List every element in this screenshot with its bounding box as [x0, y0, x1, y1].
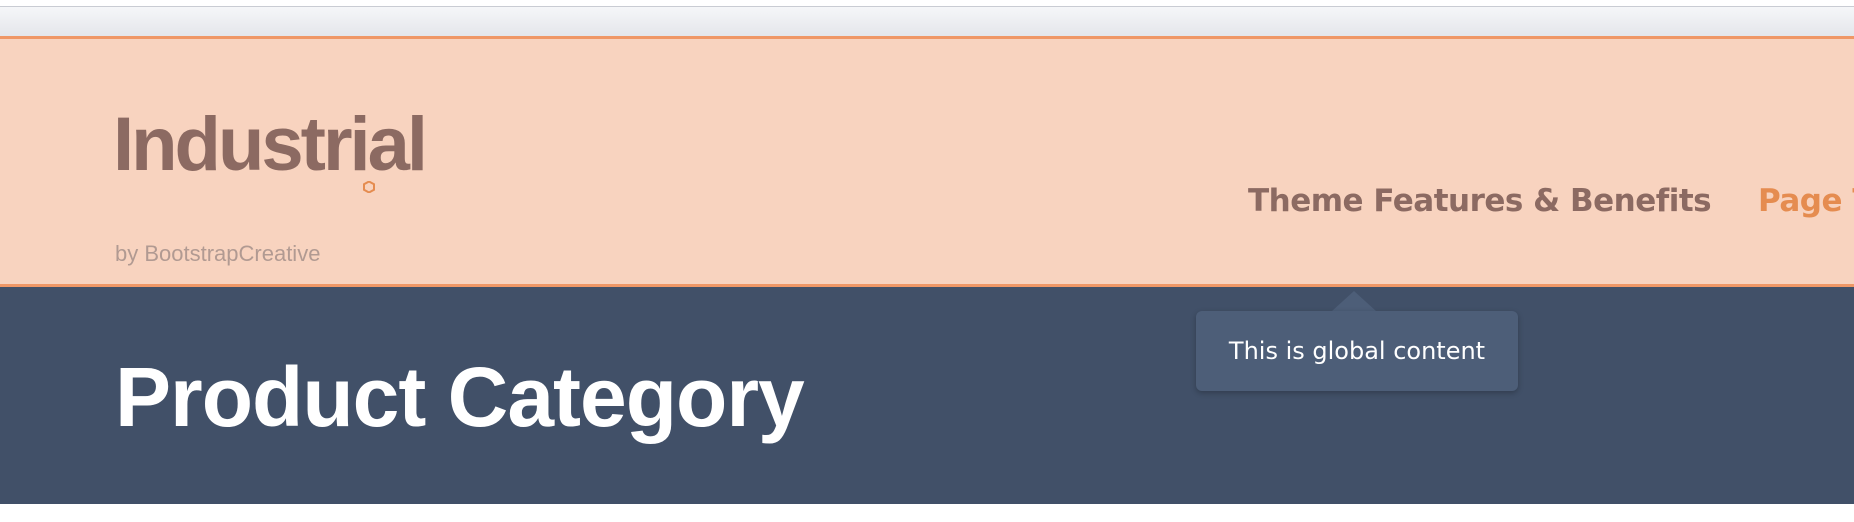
hexagon-icon — [363, 181, 375, 193]
site-logo[interactable]: Industrial by BootstrapCreative — [113, 102, 443, 266]
top-bar-divider — [0, 6, 1854, 7]
page-title: Product Category — [115, 350, 805, 444]
logo-tagline: by BootstrapCreative — [115, 241, 321, 266]
logo-wordmark: Industrial — [113, 102, 428, 187]
nav-item-page[interactable]: Page T — [1758, 181, 1854, 221]
tooltip-text: This is global content — [1228, 337, 1486, 365]
page-bottom-strip — [0, 504, 1854, 522]
page-hero: Product Category — [0, 287, 1854, 504]
tooltip: This is global content — [1196, 311, 1518, 391]
site-header: Industrial by BootstrapCreative Theme Fe… — [0, 36, 1854, 287]
nav-item-theme-features[interactable]: Theme Features & Benefits — [1248, 181, 1712, 221]
tooltip-arrow — [1332, 291, 1376, 311]
